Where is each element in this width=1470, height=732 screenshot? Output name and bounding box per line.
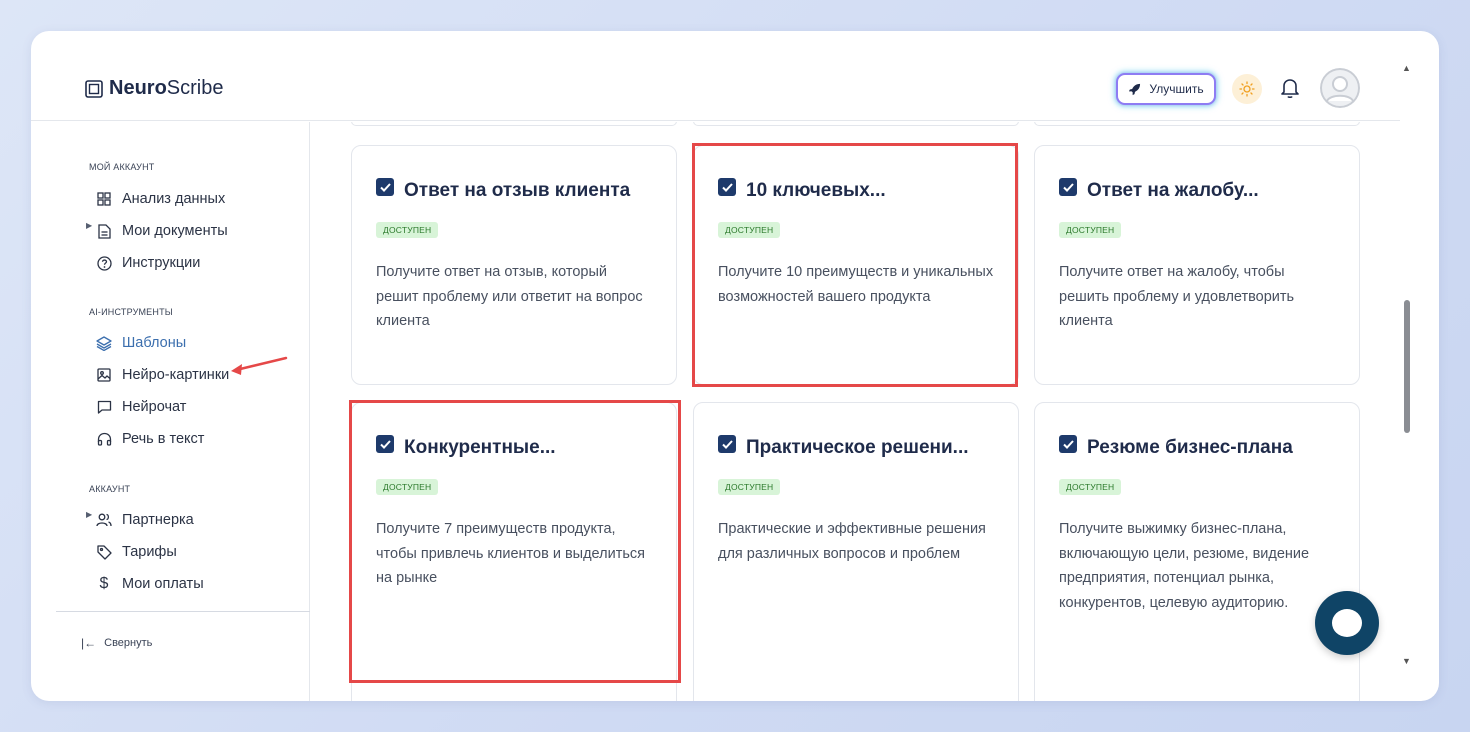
status-badge: доступен — [718, 479, 781, 495]
collapse-label: Свернуть — [104, 637, 153, 649]
sidebar-item-data-analysis[interactable]: Анализ данных — [96, 187, 225, 211]
sidebar-item-templates[interactable]: Шаблоны — [96, 331, 186, 355]
logo[interactable]: Neuro Scribe — [85, 77, 224, 100]
sidebar-item-label: Тарифы — [122, 544, 177, 560]
sidebar-item-tariffs[interactable]: Тарифы — [96, 540, 177, 564]
tag-icon — [96, 544, 112, 560]
highlight-frame — [349, 400, 681, 683]
sidebar: Мой аккаунт Анализ данных ▶ Мои документ… — [56, 122, 310, 701]
question-icon — [96, 255, 112, 271]
template-card[interactable]: Практическое решени... доступен Практиче… — [693, 402, 1019, 701]
sidebar-item-label: Инструкции — [122, 255, 201, 271]
logo-icon — [85, 79, 103, 98]
sidebar-item-speech-to-text[interactable]: Речь в текст — [96, 427, 204, 451]
status-badge: доступен — [1059, 479, 1122, 495]
card-description: Получите ответ на отзыв, который решит п… — [376, 264, 643, 329]
template-card[interactable]: Резюме бизнес-плана доступен Получите вы… — [1034, 402, 1360, 701]
checkbox-icon — [1059, 178, 1077, 196]
chat-icon — [96, 399, 112, 415]
logo-text-bold: Neuro — [109, 77, 167, 99]
collapse-button[interactable]: |← Свернуть — [81, 636, 152, 650]
sidebar-item-instructions[interactable]: Инструкции — [96, 251, 200, 275]
sidebar-item-label: Нейрочат — [122, 399, 187, 415]
header: Neuro Scribe Улучшить — [31, 31, 1400, 121]
sidebar-item-label: Анализ данных — [122, 191, 226, 207]
sun-icon — [1239, 81, 1255, 97]
sidebar-item-neuro-images[interactable]: Нейро-картинки — [96, 363, 229, 387]
layers-icon — [96, 335, 112, 351]
card-title: Практическое решени... — [746, 437, 969, 458]
expand-caret-icon[interactable]: ▶ — [86, 510, 92, 519]
sidebar-item-label: Речь в текст — [122, 431, 205, 447]
user-avatar-icon — [1320, 68, 1360, 108]
status-badge: доступен — [376, 222, 439, 238]
rocket-icon — [1129, 83, 1141, 95]
sidebar-item-label: Партнерка — [122, 512, 194, 528]
card-partial — [693, 122, 1019, 126]
templates-grid: Ответ на отзыв клиента доступен Получите… — [311, 122, 1400, 701]
upgrade-label: Улучшить — [1149, 82, 1204, 96]
status-badge: доступен — [1059, 222, 1122, 238]
card-description: Практические и эффективные решения для р… — [718, 521, 986, 562]
users-icon — [96, 512, 112, 528]
card-title: Ответ на отзыв клиента — [404, 180, 631, 201]
scrollbar-thumb[interactable] — [1404, 300, 1410, 433]
card-description: Получите выжимку бизнес-плана, включающу… — [1059, 521, 1310, 611]
section-title-account: Аккаунт — [89, 484, 131, 494]
card-partial — [351, 122, 677, 126]
template-card[interactable]: Ответ на жалобу... доступен Получите отв… — [1034, 145, 1360, 385]
section-title-ai-tools: AI-инструменты — [89, 307, 173, 317]
grid-icon — [96, 191, 112, 207]
expand-caret-icon[interactable]: ▶ — [86, 221, 92, 230]
sidebar-item-my-payments[interactable]: $ Мои оплаты — [96, 572, 204, 596]
scroll-down-icon[interactable]: ▼ — [1402, 656, 1411, 666]
sidebar-item-label: Мои документы — [122, 223, 228, 239]
sidebar-item-label: Мои оплаты — [122, 576, 204, 592]
sidebar-item-neuro-chat[interactable]: Нейрочат — [96, 395, 186, 419]
sidebar-item-label: Нейро-картинки — [122, 367, 230, 383]
logo-text-regular: Scribe — [166, 77, 224, 99]
support-chat-button[interactable] — [1315, 591, 1379, 655]
headphones-icon — [96, 431, 112, 447]
dollar-icon: $ — [99, 575, 109, 592]
checkbox-icon — [1059, 435, 1077, 453]
annotation-arrow — [231, 356, 288, 375]
template-card[interactable]: Ответ на отзыв клиента доступен Получите… — [351, 145, 677, 385]
image-icon — [96, 367, 112, 383]
highlight-frame — [692, 143, 1018, 387]
sidebar-item-partners[interactable]: Партнерка — [96, 508, 194, 532]
card-partial — [1034, 122, 1360, 126]
bell-icon[interactable] — [1280, 77, 1300, 99]
section-title-my-account: Мой аккаунт — [89, 162, 155, 172]
app-window: Neuro Scribe Улучшить МОЙ АККАУНТ Анализ… — [31, 31, 1439, 701]
sidebar-item-my-documents[interactable]: Мои документы — [96, 219, 228, 243]
scroll-up-icon[interactable]: ▲ — [1402, 63, 1411, 73]
sidebar-divider — [56, 611, 310, 612]
document-icon — [96, 223, 112, 239]
chat-bubble-icon — [1332, 609, 1362, 637]
avatar[interactable] — [1320, 68, 1360, 108]
upgrade-button[interactable]: Улучшить — [1116, 73, 1216, 105]
theme-toggle[interactable] — [1232, 74, 1262, 104]
checkbox-icon — [718, 435, 736, 453]
card-description: Получите ответ на жалобу, чтобы решить п… — [1059, 264, 1295, 329]
checkbox-icon — [376, 178, 394, 196]
card-title: Резюме бизнес-плана — [1087, 437, 1293, 458]
sidebar-item-label: Шаблоны — [122, 335, 187, 351]
collapse-arrow-icon: |← — [81, 636, 97, 650]
card-title: Ответ на жалобу... — [1087, 180, 1259, 201]
